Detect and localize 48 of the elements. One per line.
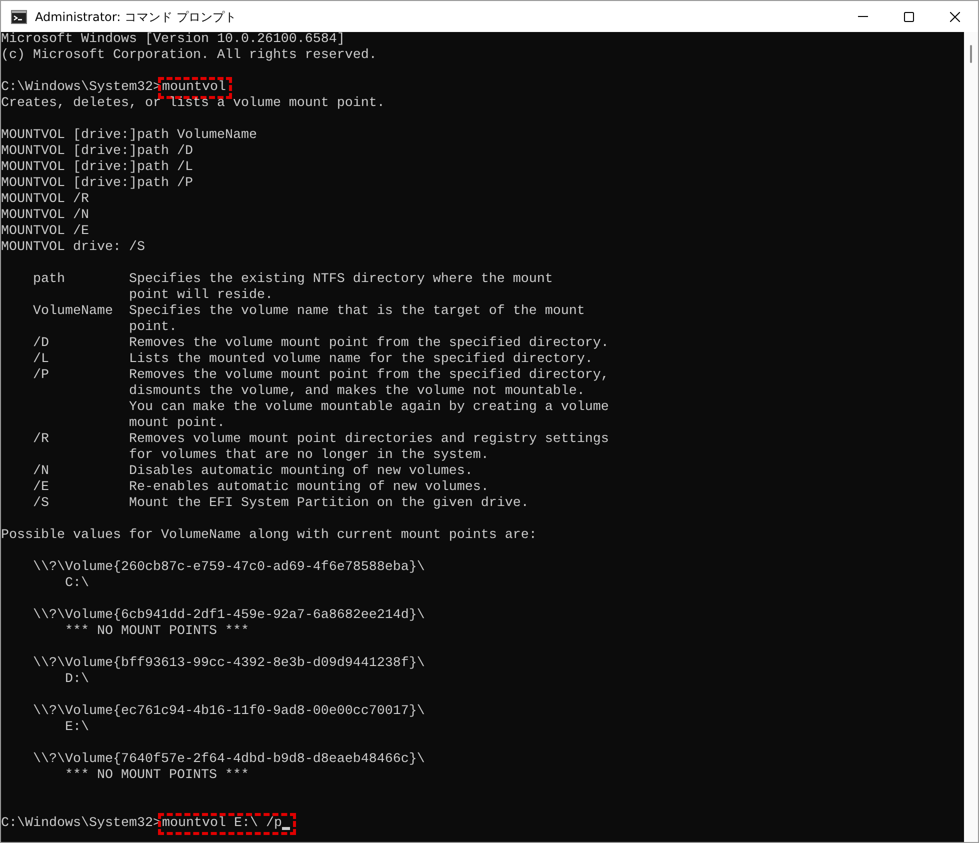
console-line: point. [128, 320, 177, 336]
console-line: C:\ [64, 576, 89, 592]
prompt-text: C:\Windows\System32> [1, 80, 161, 96]
console-line: VolumeName Specifies the volume name that is the target of the mount [32, 304, 585, 320]
console-line: E:\ [64, 720, 89, 736]
console-line: *** NO MOUNT POINTS *** [64, 624, 249, 640]
console-line: MOUNTVOL [drive:]path /L [1, 160, 193, 176]
console-line: for volumes that are no longer in the system. [128, 448, 489, 464]
console-line: Creates, deletes, or lists a volume mount point. [1, 96, 385, 112]
console-line: \\?\Volume{bff93613-99cc-4392-8e3b-d09d9441238f}\ [32, 656, 425, 672]
console-line: MOUNTVOL [drive:]path /D [1, 144, 193, 160]
terminal-icon [11, 10, 27, 24]
prompt-text: C:\Windows\System32> [1, 816, 161, 832]
console-line: MOUNTVOL [drive:]path VolumeName [1, 128, 257, 144]
console-line: /L Lists the mounted volume name for the specified directory. [32, 352, 593, 368]
highlighted-command: mountvol E:\ /p [160, 816, 293, 832]
console-line: MOUNTVOL drive: /S [1, 240, 145, 256]
console-line: dismounts the volume, and makes the volume not mountable. [128, 384, 585, 400]
console-line: (c) Microsoft Corporation. All rights reserved. [1, 48, 377, 64]
console-line: MOUNTVOL /N [1, 208, 89, 224]
close-icon [950, 12, 960, 22]
highlighted-command: mountvol [160, 80, 229, 96]
console-line: D:\ [64, 672, 89, 688]
console-line: /D Removes the volume mount point from the specified directory. [32, 336, 609, 352]
console-line: \\?\Volume{ec761c94-4b16-11f0-9ad8-00e00cc70017}\ [32, 704, 425, 720]
console-line: MOUNTVOL /E [1, 224, 89, 240]
console-line: /E Re-enables automatic mounting of new volumes. [32, 480, 489, 496]
minimize-icon [858, 16, 868, 17]
console-line: path Specifies the existing NTFS directory where the mount [32, 272, 553, 288]
console-line: /N Disables automatic mounting of new volumes. [32, 464, 473, 480]
console-line: \\?\Volume{7640f57e-2f64-4dbd-b9d8-d8eaeb48466c}\ [32, 752, 425, 768]
scrollbar[interactable] [964, 32, 978, 842]
console-line: point will reside. [128, 288, 273, 304]
console-line: MOUNTVOL [drive:]path /P [1, 176, 193, 192]
maximize-icon [904, 12, 914, 22]
console-line: *** NO MOUNT POINTS *** [64, 768, 249, 784]
console-line: Microsoft Windows [Version 10.0.26100.6584] [1, 32, 345, 48]
scrollbar-thumb[interactable] [970, 45, 972, 63]
console-line: You can make the volume mountable again by creating a volume [128, 400, 609, 416]
console-line: \\?\Volume{260cb87c-e759-47c0-ad69-4f6e78588eba}\ [32, 560, 425, 576]
console-line: mount point. [128, 416, 225, 432]
console-line: /S Mount the EFI System Partition on the given drive. [32, 496, 529, 512]
console-line: Possible values for VolumeName along with current mount points are: [1, 528, 537, 544]
console-line: /P Removes the volume mount point from the specified directory, [32, 368, 609, 384]
console-line: MOUNTVOL /R [1, 192, 89, 208]
console-line: /R Removes volume mount point directories and registry settings [32, 432, 609, 448]
console-line: \\?\Volume{6cb941dd-2df1-459e-92a7-6a8682ee214d}\ [32, 608, 425, 624]
window-title: Administrator: コマンド プロンプト [35, 8, 236, 26]
